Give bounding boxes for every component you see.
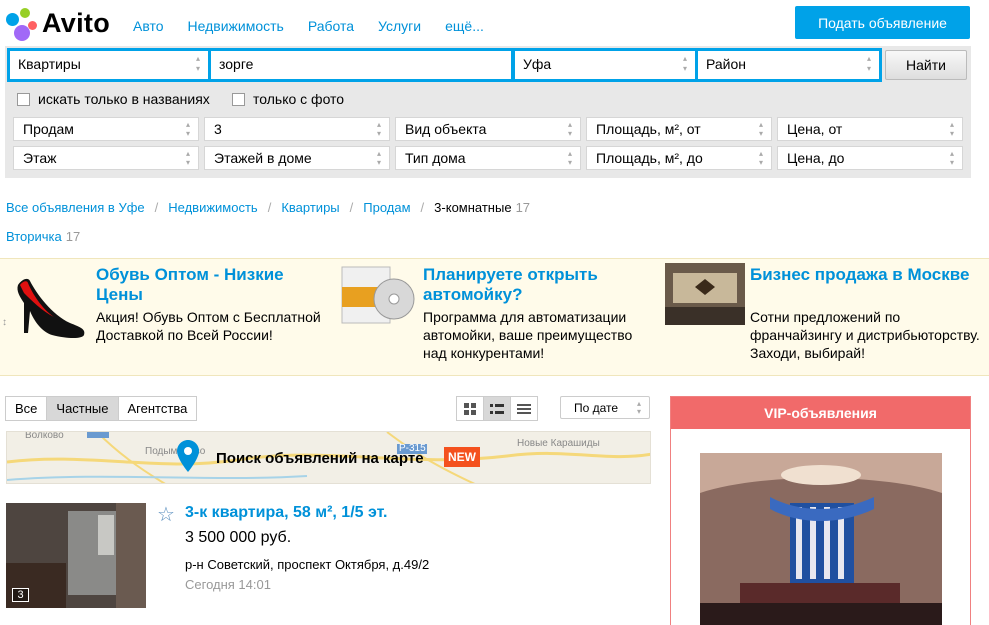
- listing-photo[interactable]: 3: [6, 503, 146, 608]
- listing-title[interactable]: 3-к квартира, 58 м², 1/5 эт.: [185, 504, 388, 522]
- filter-price-to[interactable]: Цена, до: [777, 146, 963, 170]
- ad-marker-icon: ↕: [2, 317, 7, 328]
- search-panel: Квартиры зорге Уфа Район Найти искать то…: [5, 46, 971, 178]
- filter-rooms[interactable]: 3: [204, 117, 390, 141]
- seller-tabs: Все Частные Агентства: [5, 396, 198, 421]
- find-button[interactable]: Найти: [885, 50, 967, 80]
- breadcrumb-current: 3-комнатные: [434, 200, 512, 215]
- with-photo-checkbox[interactable]: только с фото: [232, 91, 344, 107]
- listing-address: р-н Советский, проспект Октября, д.49/2: [185, 557, 430, 572]
- grid-icon: [464, 402, 476, 415]
- ad-text: Сотни предложений по франчайзингу и дист…: [750, 309, 980, 361]
- checkbox-box[interactable]: [232, 92, 245, 106]
- ads-block: ↕ Обувь Оптом - Низкие Цены Акция! Обувь…: [0, 258, 989, 376]
- logo-text: Avito: [42, 7, 110, 38]
- new-badge: NEW: [444, 447, 480, 467]
- vip-block: VIP-объявления: [670, 396, 971, 625]
- avito-logo[interactable]: Avito: [6, 6, 110, 41]
- with-photo-label: только с фото: [253, 91, 345, 107]
- top-nav: Авто Недвижимость Работа Услуги ещё...: [133, 18, 508, 34]
- filter-house-type[interactable]: Тип дома: [395, 146, 581, 170]
- ad-text: Акция! Обувь Оптом с Бесплатной Доставко…: [96, 309, 321, 343]
- district-select[interactable]: Район: [698, 51, 879, 79]
- nav-more[interactable]: ещё...: [445, 18, 484, 34]
- title-only-checkbox[interactable]: искать только в названиях: [17, 91, 210, 107]
- filter-floors-total[interactable]: Этажей в доме: [204, 146, 390, 170]
- breadcrumb-sell[interactable]: Продам: [363, 200, 410, 215]
- breadcrumb: Все объявления в Уфе / Недвижимость / Кв…: [6, 200, 531, 215]
- logo-dots-icon: [6, 8, 37, 41]
- breadcrumb-flats[interactable]: Квартиры: [281, 200, 339, 215]
- listing-date: Сегодня 14:01: [185, 577, 271, 592]
- favorite-star-icon[interactable]: ☆: [157, 502, 175, 527]
- map-search-banner[interactable]: Волково Подымалово Новые Карашиды Р-315 …: [6, 431, 651, 484]
- software-box-icon: [341, 266, 415, 324]
- map-search-label[interactable]: Поиск объявлений на карте: [216, 450, 424, 467]
- tab-agencies[interactable]: Агентства: [117, 396, 198, 421]
- map-pin-icon: [177, 440, 199, 472]
- subcategory-link[interactable]: Вторичка: [6, 229, 62, 244]
- compact-view-button[interactable]: [510, 396, 538, 421]
- menu-icon: [517, 403, 531, 414]
- ad-title[interactable]: Планируете открыть автомойку?: [423, 265, 653, 305]
- view-switcher: [456, 396, 538, 421]
- list-view-button[interactable]: [483, 396, 511, 421]
- filter-price-from[interactable]: Цена, от: [777, 117, 963, 141]
- ad-text: Программа для автоматизации автомойки, в…: [423, 309, 633, 361]
- vip-header: VIP-объявления: [671, 397, 970, 429]
- checkbox-box[interactable]: [17, 92, 30, 106]
- sort-select[interactable]: По дате: [560, 396, 650, 419]
- nav-auto[interactable]: Авто: [133, 18, 164, 34]
- grid-view-button[interactable]: [456, 396, 484, 421]
- subcategory: Вторичка 17: [6, 229, 80, 244]
- nav-realty[interactable]: Недвижимость: [188, 18, 284, 34]
- store-photo-icon: [665, 263, 745, 325]
- subcategory-count: 17: [65, 229, 81, 244]
- breadcrumb-all[interactable]: Все объявления в Уфе: [6, 200, 145, 215]
- shoe-icon: [17, 278, 85, 338]
- list-icon: [490, 403, 504, 414]
- search-bar: Квартиры зорге Уфа Район: [7, 48, 882, 82]
- filter-deal-type[interactable]: Продам: [13, 117, 199, 141]
- category-select[interactable]: Квартиры: [10, 51, 208, 79]
- ad-title[interactable]: Обувь Оптом - Низкие Цены: [96, 265, 326, 305]
- bedroom-photo: [700, 453, 942, 625]
- breadcrumb-realty[interactable]: Недвижимость: [168, 200, 257, 215]
- breadcrumb-count: 17: [515, 200, 531, 215]
- nav-jobs[interactable]: Работа: [308, 18, 354, 34]
- map-place-label: Волково: [25, 431, 64, 441]
- map-place-label: Новые Карашиды: [517, 438, 600, 449]
- city-select[interactable]: Уфа: [515, 51, 695, 79]
- search-input[interactable]: зорге: [211, 51, 511, 79]
- filter-object-type[interactable]: Вид объекта: [395, 117, 581, 141]
- filter-floor[interactable]: Этаж: [13, 146, 199, 170]
- listing-price: 3 500 000 руб.: [185, 529, 292, 546]
- ad-title[interactable]: Бизнес продажа в Москве: [750, 265, 980, 285]
- post-ad-button[interactable]: Подать объявление: [795, 6, 970, 39]
- filter-area-from[interactable]: Площадь, м², от: [586, 117, 772, 141]
- nav-services[interactable]: Услуги: [378, 18, 421, 34]
- tab-all[interactable]: Все: [5, 396, 48, 421]
- title-only-label: искать только в названиях: [38, 91, 210, 107]
- filter-area-to[interactable]: Площадь, м², до: [586, 146, 772, 170]
- vip-listing-photo[interactable]: [700, 453, 942, 625]
- photo-count-badge: 3: [12, 588, 29, 602]
- tab-private[interactable]: Частные: [46, 396, 119, 421]
